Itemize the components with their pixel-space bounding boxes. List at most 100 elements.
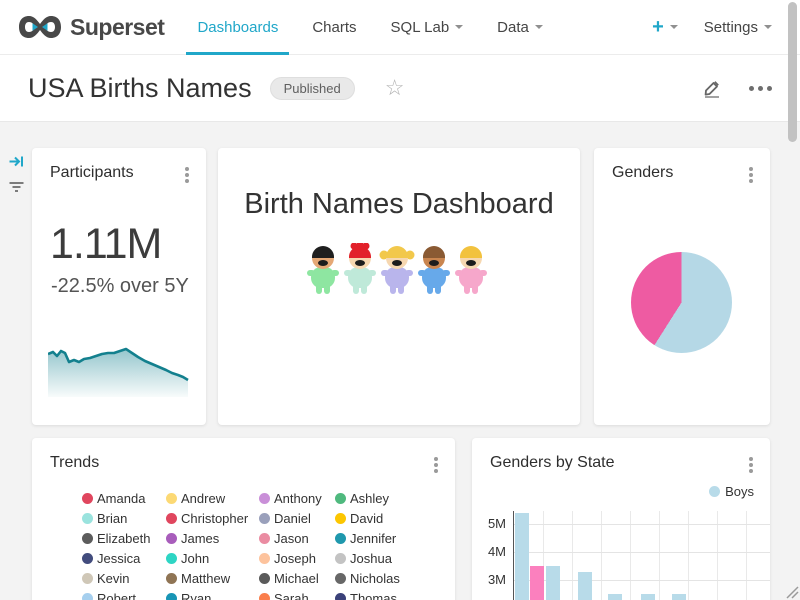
gridline [514,524,770,525]
bar[interactable] [546,566,560,600]
resize-handle-icon[interactable] [783,583,799,599]
legend-dot [82,513,93,524]
legend-item-matthew[interactable]: Matthew [166,568,259,588]
legend-dot [166,573,177,584]
legend-dot [166,593,177,600]
bar[interactable] [530,566,544,600]
legend-dot [166,533,177,544]
legend-item-boys[interactable]: Boys [709,484,754,499]
card-menu-button[interactable] [746,164,756,186]
favorite-star-icon[interactable]: ☆ [385,77,405,99]
card-title: Trends [50,454,99,472]
legend-item-ashley[interactable]: Ashley [335,488,425,508]
legend-item-andrew[interactable]: Andrew [166,488,259,508]
nav-item-charts[interactable]: Charts [295,0,373,55]
edit-dashboard-button[interactable] [701,77,723,99]
legend-item-amanda[interactable]: Amanda [82,488,166,508]
nav-item-data[interactable]: Data [480,0,560,55]
nav-item-dashboards[interactable]: Dashboards [180,0,295,55]
legend-dot [166,553,177,564]
kebab-icon [185,167,189,171]
legend-item-brian[interactable]: Brian [82,508,166,528]
legend-item-ryan[interactable]: Ryan [166,588,259,600]
bar[interactable] [641,594,655,600]
bar-chart-plot-area [513,511,770,600]
card-title: Participants [50,164,134,182]
legend-item-elizabeth[interactable]: Elizabeth [82,528,166,548]
y-tick-label: 5M [472,516,506,532]
new-item-button[interactable]: + [644,16,686,39]
legend-item-joseph[interactable]: Joseph [259,548,335,568]
chevron-down-icon [455,25,463,29]
legend-dot [82,593,93,600]
legend-dot [82,573,93,584]
kebab-icon [749,457,753,461]
legend-dot [259,493,270,504]
nav-item-sql-lab[interactable]: SQL Lab [374,0,481,55]
legend-dot [335,593,346,600]
chevron-down-icon [535,25,543,29]
legend-item-nicholas[interactable]: Nicholas [335,568,425,588]
legend-dot [259,593,270,600]
chevron-down-icon [764,25,772,29]
genders-card: Genders [594,148,770,425]
card-title: Genders by State [490,454,615,472]
bar[interactable] [578,572,592,600]
legend-item-jessica[interactable]: Jessica [82,548,166,568]
brand-text: Superset [70,14,164,41]
published-badge[interactable]: Published [270,77,355,100]
card-menu-button[interactable] [746,454,756,476]
kebab-icon [749,167,753,171]
legend-item-sarah[interactable]: Sarah [259,588,335,600]
legend-item-joshua[interactable]: Joshua [335,548,425,568]
infinity-logo-icon [18,13,62,41]
legend-dot [259,513,270,524]
vertical-scrollbar-thumb[interactable] [788,2,797,142]
legend-item-anthony[interactable]: Anthony [259,488,335,508]
legend-item-daniel[interactable]: Daniel [259,508,335,528]
legend-item-james[interactable]: James [166,528,259,548]
legend-dot [259,553,270,564]
settings-menu[interactable]: Settings [704,19,772,36]
ellipsis-icon [749,86,754,91]
big-number: 1.11M [50,220,206,269]
legend-item-thomas[interactable]: Thomas [335,588,425,600]
legend-item-david[interactable]: David [335,508,425,528]
legend-dot [166,493,177,504]
card-menu-button[interactable] [182,164,192,186]
filter-rail [0,122,30,600]
superset-logo[interactable]: Superset [18,13,164,41]
bar[interactable] [608,594,622,600]
card-menu-button[interactable] [431,454,441,476]
trends-legend: AmandaAndrewAnthonyAshley BrianChristophe… [82,488,449,600]
legend-item-jennifer[interactable]: Jennifer [335,528,425,548]
gridline [514,552,770,553]
legend-item-john[interactable]: John [166,548,259,568]
legend-item-christopher[interactable]: Christopher [166,508,259,528]
y-tick-label: 3M [472,572,506,588]
expand-filter-bar-button[interactable] [8,153,25,175]
legend-dot [82,533,93,544]
bar[interactable] [515,513,529,600]
legend-dot [335,573,346,584]
expand-right-icon [8,153,25,170]
legend-item-robert[interactable]: Robert [82,588,166,600]
legend-dot [259,533,270,544]
legend-dot [82,493,93,504]
more-options-button[interactable] [749,86,772,91]
legend-item-kevin[interactable]: Kevin [82,568,166,588]
genders-by-state-card: Genders by State Boys 5M4M3M [472,438,770,600]
plus-icon: + [652,16,664,39]
legend-item-jason[interactable]: Jason [259,528,335,548]
legend-dot [259,573,270,584]
genders-pie-chart[interactable] [631,252,732,353]
legend-dot [335,533,346,544]
kebab-icon [434,457,438,461]
filter-button[interactable] [8,180,25,199]
children-illustration [307,243,491,297]
legend-item-michael[interactable]: Michael [259,568,335,588]
bar[interactable] [672,594,686,600]
trends-card: Trends AmandaAndrewAnthonyAshley BrianChr… [32,438,455,600]
dashboard-heading: Birth Names Dashboard [218,188,580,221]
trendline-area-chart [48,333,190,397]
